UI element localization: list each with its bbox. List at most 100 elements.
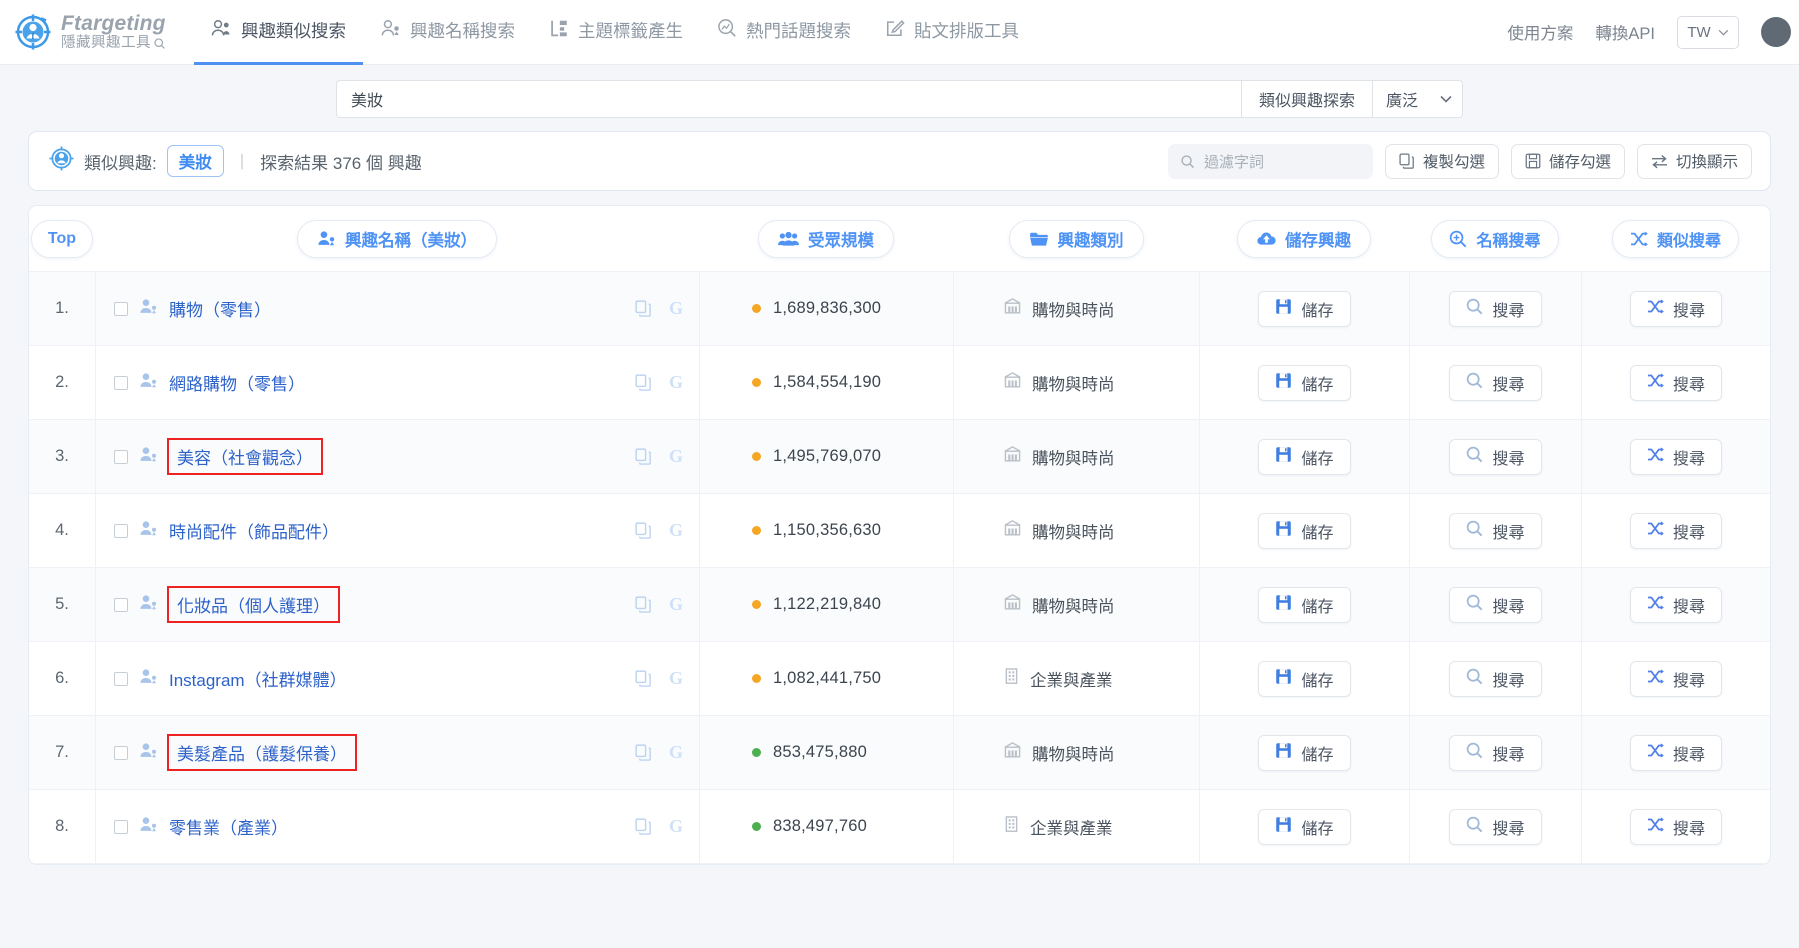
row-name-search-button[interactable]: 搜尋 <box>1449 290 1542 327</box>
row-similar-search-button[interactable]: 搜尋 <box>1629 512 1722 549</box>
row-similar-search-button[interactable]: 搜尋 <box>1629 290 1722 327</box>
row-save-cell: 儲存 <box>1199 420 1409 493</box>
row-save-button[interactable]: 儲存 <box>1258 512 1351 549</box>
nav-item-hashtag-generator[interactable]: 主題標籤產生 <box>532 0 700 65</box>
row-copy-icon[interactable] <box>635 300 652 317</box>
search-scope-select[interactable]: 廣泛 <box>1373 80 1464 118</box>
header-cell-audience-size: 受眾規模 <box>699 219 953 258</box>
header-interest-name-button[interactable]: 興趣名稱（美妝） <box>297 219 497 258</box>
row-google-g-icon[interactable]: G <box>669 668 683 689</box>
shuffle-icon <box>1647 816 1664 837</box>
row-interest-name-link[interactable]: 購物（零售） <box>169 296 271 321</box>
row-category-value: 購物與時尚 <box>1032 449 1115 468</box>
row-size-dot <box>752 748 761 757</box>
similar-interest-label: 類似興趣: <box>84 153 157 173</box>
nav-item-interest-similar-search[interactable]: 興趣類似搜索 <box>194 0 363 65</box>
row-save-button[interactable]: 儲存 <box>1258 364 1351 401</box>
row-similar-search-button[interactable]: 搜尋 <box>1629 364 1722 401</box>
copy-selected-button[interactable]: 複製勾選 <box>1384 143 1499 179</box>
row-copy-icon[interactable] <box>635 670 652 687</box>
row-save-button[interactable]: 儲存 <box>1258 660 1351 697</box>
nav-item-label: 貼文排版工具 <box>914 21 1019 41</box>
row-category-value: 購物與時尚 <box>1032 597 1115 616</box>
row-similar-search-button[interactable]: 搜尋 <box>1629 660 1722 697</box>
header-category-button[interactable]: 興趣類別 <box>1008 219 1144 258</box>
row-save-button[interactable]: 儲存 <box>1258 586 1351 623</box>
row-name-search-button[interactable]: 搜尋 <box>1449 734 1542 771</box>
row-interest-name-link[interactable]: 美髮產品（護髮保養） <box>167 734 357 771</box>
row-interest-name-link[interactable]: 時尚配件（飾品配件） <box>169 518 339 543</box>
keyword-chip[interactable]: 美妝 <box>166 145 224 177</box>
row-interest-name-cell: 美容（社會觀念） G <box>95 420 699 493</box>
row-similar-search-button[interactable]: 搜尋 <box>1629 734 1722 771</box>
row-checkbox[interactable] <box>114 449 128 464</box>
similar-interest-explore-button[interactable]: 類似興趣探索 <box>1240 80 1373 118</box>
row-audience-size-cell: 853,475,880 <box>699 716 953 789</box>
row-google-g-icon[interactable]: G <box>669 298 683 319</box>
row-checkbox[interactable] <box>114 597 128 612</box>
row-google-g-icon[interactable]: G <box>669 372 683 393</box>
row-interest-name-link[interactable]: 美容（社會觀念） <box>167 438 323 475</box>
row-google-g-icon[interactable]: G <box>669 816 683 837</box>
save-selected-button[interactable]: 儲存勾選 <box>1510 143 1625 179</box>
row-google-g-icon[interactable]: G <box>669 446 683 467</box>
row-save-button[interactable]: 儲存 <box>1258 438 1351 475</box>
row-copy-icon[interactable] <box>635 448 652 465</box>
row-name-search-button[interactable]: 搜尋 <box>1449 586 1542 623</box>
row-save-button[interactable]: 儲存 <box>1258 808 1351 845</box>
nav-link-pricing[interactable]: 使用方案 <box>1507 20 1573 44</box>
row-index: 6. <box>55 669 69 687</box>
brand-logo-area[interactable]: f Ftargeting 隱藏興趣工具 <box>14 12 186 51</box>
header-name-search-button[interactable]: 名稱搜尋 <box>1431 219 1559 258</box>
row-name-search-button[interactable]: 搜尋 <box>1449 512 1542 549</box>
row-audience-size-value: 1,495,769,070 <box>773 447 882 465</box>
row-checkbox[interactable] <box>114 375 128 390</box>
row-copy-icon[interactable] <box>635 818 652 835</box>
nav-item-interest-name-search[interactable]: 興趣名稱搜索 <box>363 0 532 65</box>
row-google-g-icon[interactable]: G <box>669 520 683 541</box>
row-checkbox[interactable] <box>114 523 128 538</box>
row-similar-search-button[interactable]: 搜尋 <box>1629 438 1722 475</box>
row-name-search-button[interactable]: 搜尋 <box>1449 438 1542 475</box>
shuffle-icon <box>1647 298 1664 319</box>
nav-link-api[interactable]: 轉換API <box>1595 20 1655 44</box>
language-selector[interactable]: TW <box>1677 15 1739 49</box>
user-avatar[interactable] <box>1761 17 1791 47</box>
row-save-label: 儲存 <box>1301 746 1334 764</box>
toggle-display-button[interactable]: 切換顯示 <box>1636 143 1752 179</box>
row-similar-search-button[interactable]: 搜尋 <box>1629 586 1722 623</box>
row-name-search-button[interactable]: 搜尋 <box>1449 808 1542 845</box>
row-checkbox[interactable] <box>114 745 128 760</box>
header-audience-size-button[interactable]: 受眾規模 <box>758 219 894 258</box>
row-checkbox[interactable] <box>114 301 128 316</box>
filter-input[interactable]: 過濾字詞 <box>1167 143 1373 179</box>
nav-item-trending-topics-search[interactable]: 熱門話題搜索 <box>700 0 868 65</box>
header-top-button[interactable]: Top <box>30 219 94 258</box>
row-interest-name-link[interactable]: 網路購物（零售） <box>169 370 305 395</box>
info-divider: | <box>239 151 245 170</box>
row-copy-icon[interactable] <box>635 522 652 539</box>
row-save-button[interactable]: 儲存 <box>1258 290 1351 327</box>
row-similar-search-button[interactable]: 搜尋 <box>1629 808 1722 845</box>
row-name-search-button[interactable]: 搜尋 <box>1449 660 1542 697</box>
shuffle-icon <box>1630 230 1648 247</box>
row-interest-name-link[interactable]: 零售業（產業） <box>169 814 288 839</box>
row-google-g-icon[interactable]: G <box>669 742 683 763</box>
row-checkbox[interactable] <box>114 671 128 686</box>
row-checkbox[interactable] <box>114 819 128 834</box>
row-interest-name-link[interactable]: 化妝品（個人護理） <box>167 586 340 623</box>
row-save-button[interactable]: 儲存 <box>1258 734 1351 771</box>
row-google-g-icon[interactable]: G <box>669 594 683 615</box>
interest-search-input[interactable] <box>335 80 1241 118</box>
row-copy-icon[interactable] <box>635 744 652 761</box>
row-name-search-button[interactable]: 搜尋 <box>1449 364 1542 401</box>
row-interest-name-link[interactable]: Instagram（社群媒體） <box>169 666 347 691</box>
row-copy-icon[interactable] <box>635 374 652 391</box>
header-similar-search-button[interactable]: 類似搜尋 <box>1611 219 1739 258</box>
row-similar-search-cell: 搜尋 <box>1581 420 1770 493</box>
nav-item-post-layout-tool[interactable]: 貼文排版工具 <box>868 0 1036 65</box>
row-copy-icon[interactable] <box>635 596 652 613</box>
language-value: TW <box>1687 23 1711 41</box>
header-save-interest-button[interactable]: 儲存興趣 <box>1237 219 1371 258</box>
header-similar-search-label: 類似搜尋 <box>1656 232 1721 250</box>
